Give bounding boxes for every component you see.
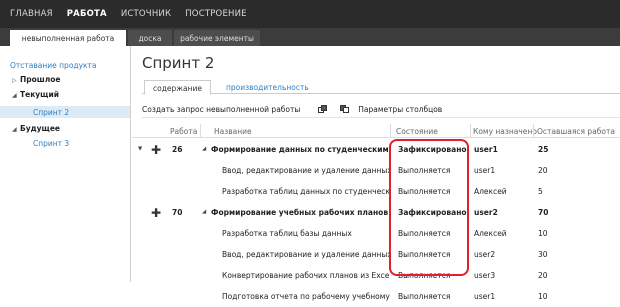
toolbar: Создать запрос невыполненной работы Пара… — [142, 102, 620, 118]
state-highlight-outline — [389, 139, 469, 276]
table-row[interactable]: Подготовка отчета по рабочему учебному п… — [132, 286, 620, 307]
assigned-to[interactable]: user2 — [474, 250, 495, 259]
table-row[interactable]: Разработка таблиц базы данных Выполняется… — [132, 223, 620, 244]
tab-work-items[interactable]: рабочие элементы — [174, 30, 260, 46]
column-divider — [390, 124, 391, 138]
sidebar-item-sprint-2[interactable]: Спринт 2 — [33, 108, 69, 117]
table-row[interactable]: ✚ 70 ◢ Формирование учебных рабочих планов З… — [132, 202, 620, 223]
column-options-button[interactable]: Параметры столбцов — [358, 105, 442, 114]
tab-board[interactable]: доска — [128, 30, 172, 46]
item-title[interactable]: Формирование учебных рабочих планов — [211, 208, 391, 217]
column-divider — [470, 124, 471, 138]
tab-backlog[interactable]: невыполненная работа — [10, 30, 126, 46]
nav-work[interactable]: РАБОТА — [67, 9, 107, 19]
add-child-icon[interactable]: ✚ — [151, 143, 161, 157]
top-navigation: ГЛАВНАЯ РАБОТА ИСТОЧНИК ПОСТРОЕНИЕ — [0, 0, 620, 28]
column-header-work[interactable]: Работа — [170, 127, 197, 136]
expand-triangle-icon[interactable]: ◢ — [202, 146, 206, 152]
collapse-all-icon[interactable] — [340, 105, 350, 114]
sidebar-group-future[interactable]: ◢ Будущее — [12, 124, 60, 133]
assigned-to[interactable]: user1 — [474, 292, 495, 301]
table-row[interactable]: Ввод, редактирование и удаление данных п… — [132, 160, 620, 181]
assigned-to[interactable]: user2 — [474, 208, 498, 217]
sidebar-group-label: Текущий — [20, 90, 59, 99]
expand-triangle-icon[interactable]: ▷ — [12, 77, 20, 84]
sidebar-group-label: Будущее — [20, 124, 61, 133]
task-title[interactable]: Конвертирование рабочих планов из Excel … — [222, 271, 390, 280]
nav-home[interactable]: ГЛАВНАЯ — [10, 9, 53, 19]
task-title[interactable]: Разработка таблиц данных по студенческ..… — [222, 187, 390, 196]
sidebar-group-current[interactable]: ◢ Текущий — [12, 90, 59, 99]
add-child-icon[interactable]: ✚ — [151, 206, 161, 220]
table-header: Работа Название Состояние Кому назначено… — [132, 124, 620, 138]
assigned-to[interactable]: user3 — [474, 271, 495, 280]
work-id: 70 — [172, 208, 183, 217]
expand-all-icon[interactable] — [318, 105, 328, 114]
sidebar-group-past[interactable]: ▷ Прошлое — [12, 75, 61, 84]
remaining-work[interactable]: 10 — [538, 292, 548, 301]
main-content: Спринт 2 содержание производительность С… — [132, 46, 620, 301]
assigned-to[interactable]: user1 — [474, 145, 498, 154]
column-header-remaining[interactable]: Оставшаяся работа — [537, 127, 615, 136]
table-row[interactable]: Ввод, редактирование и удаление данных п… — [132, 244, 620, 265]
nav-source[interactable]: ИСТОЧНИК — [121, 9, 171, 19]
remaining-work[interactable]: 70 — [538, 208, 548, 217]
column-divider — [533, 124, 534, 138]
content-tabs: содержание производительность — [142, 78, 620, 95]
column-header-assigned[interactable]: Кому назначено — [473, 127, 537, 136]
task-title[interactable]: Разработка таблиц базы данных — [222, 229, 390, 238]
nav-build[interactable]: ПОСТРОЕНИЕ — [185, 9, 247, 19]
column-header-state[interactable]: Состояние — [396, 127, 438, 136]
expand-triangle-icon[interactable]: ◢ — [202, 209, 206, 215]
sidebar: Отставание продукта ▷ Прошлое ◢ Текущий Сп… — [0, 46, 131, 282]
task-title[interactable]: Ввод, редактирование и удаление данных п… — [222, 166, 390, 175]
work-id: 26 — [172, 145, 183, 154]
remaining-work[interactable]: 20 — [538, 166, 548, 175]
column-header-title[interactable]: Название — [214, 127, 252, 136]
sidebar-link-backlog[interactable]: Отставание продукта — [10, 61, 97, 70]
remaining-work[interactable]: 30 — [538, 250, 548, 259]
create-query-button[interactable]: Создать запрос невыполненной работы — [142, 105, 300, 114]
remaining-work[interactable]: 5 — [538, 187, 543, 196]
tab-performance[interactable]: производительность — [218, 80, 317, 95]
assigned-to[interactable]: Алексей — [474, 229, 507, 238]
table-row[interactable]: Конвертирование рабочих планов из Excel … — [132, 265, 620, 286]
remaining-work[interactable]: 25 — [538, 145, 548, 154]
item-title[interactable]: Формирование данных по студенческим гр..… — [211, 145, 391, 154]
page-title: Спринт 2 — [142, 54, 215, 72]
sidebar-item-sprint-3[interactable]: Спринт 3 — [33, 139, 69, 148]
task-title[interactable]: Ввод, редактирование и удаление данных п… — [222, 250, 390, 259]
table-row[interactable]: ▼ ✚ 26 ◢ Формирование данных по студенческим… — [132, 139, 620, 160]
remaining-work[interactable]: 10 — [538, 229, 548, 238]
assigned-to[interactable]: Алексей — [474, 187, 507, 196]
collapse-triangle-icon[interactable]: ◢ — [12, 92, 20, 99]
tab-contents[interactable]: содержание — [144, 80, 212, 95]
assigned-to[interactable]: user1 — [474, 166, 495, 175]
task-title[interactable]: Подготовка отчета по рабочему учебному п… — [222, 292, 390, 301]
sub-navigation: невыполненная работа доска рабочие элеме… — [0, 28, 620, 46]
remaining-work[interactable]: 20 — [538, 271, 548, 280]
collapse-triangle-icon[interactable]: ◢ — [12, 126, 20, 133]
sidebar-group-label: Прошлое — [20, 75, 61, 84]
state-value[interactable]: Выполняется — [398, 292, 450, 301]
table-row[interactable]: Разработка таблиц данных по студенческ..… — [132, 181, 620, 202]
column-divider — [200, 124, 201, 138]
row-collapse-caret-icon[interactable]: ▼ — [138, 146, 142, 152]
